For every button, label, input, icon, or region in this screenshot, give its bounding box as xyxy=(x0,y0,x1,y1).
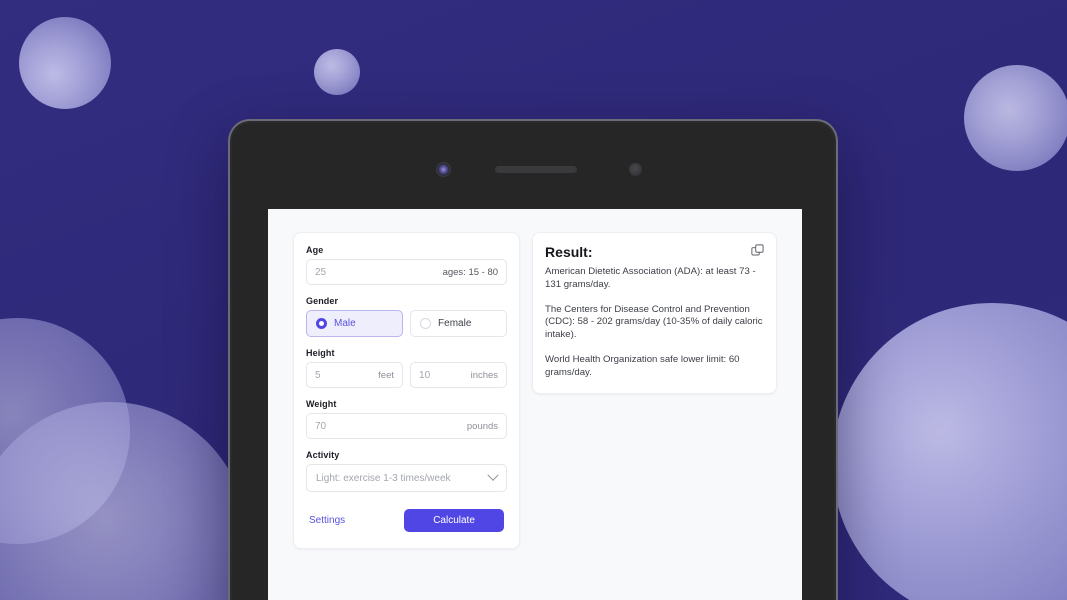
result-title: Result: xyxy=(545,244,593,260)
form-actions: Settings Calculate xyxy=(306,509,507,532)
radio-selected-icon xyxy=(316,318,327,329)
decorative-sphere-top-center xyxy=(314,49,360,95)
age-input-row: 25 ages: 15 - 80 xyxy=(306,259,508,285)
weight-input-row: 70 pounds xyxy=(306,413,508,439)
gender-option-male-label: Male xyxy=(334,318,356,329)
camera-lens-icon xyxy=(436,162,451,177)
tablet-top-bezel xyxy=(230,121,836,209)
height-feet-unit: feet xyxy=(378,369,395,381)
height-inches-input[interactable]: 10 inches xyxy=(410,362,508,388)
weight-unit: pounds xyxy=(466,420,499,432)
gender-option-female[interactable]: Female xyxy=(410,310,508,337)
activity-select-value: Light: exercise 1-3 times/week xyxy=(316,472,451,484)
app-content: Age 25 ages: 15 - 80 Gender Male Female … xyxy=(268,209,802,549)
result-paragraph-ada: American Dietetic Association (ADA): at … xyxy=(545,266,756,290)
result-card: Result: American Dietetic Association (A… xyxy=(532,232,777,395)
height-feet-value: 5 xyxy=(315,369,321,381)
calculate-button[interactable]: Calculate xyxy=(404,509,505,532)
decorative-sphere-bottom-right xyxy=(832,303,1067,600)
height-inches-value: 10 xyxy=(419,369,431,381)
decorative-sphere-bottom-left-lower xyxy=(0,402,248,600)
decorative-sphere-top-right xyxy=(964,65,1067,171)
weight-field-group: Weight 70 pounds xyxy=(306,399,508,439)
tablet-device: Age 25 ages: 15 - 80 Gender Male Female … xyxy=(228,119,838,600)
calculator-form-card: Age 25 ages: 15 - 80 Gender Male Female … xyxy=(293,232,521,549)
age-input[interactable]: 25 ages: 15 - 80 xyxy=(306,259,508,285)
age-field-group: Age 25 ages: 15 - 80 xyxy=(306,245,508,285)
chevron-down-icon xyxy=(487,469,499,481)
activity-label: Activity xyxy=(306,450,340,460)
settings-button[interactable]: Settings xyxy=(309,515,345,526)
weight-input-value: 70 xyxy=(315,420,327,432)
speaker-grille-icon xyxy=(495,166,577,173)
height-feet-input[interactable]: 5 feet xyxy=(306,362,404,388)
height-label: Height xyxy=(306,348,335,358)
age-input-hint: ages: 15 - 80 xyxy=(442,266,499,278)
age-label: Age xyxy=(306,245,324,255)
result-paragraph-cdc: The Centers for Disease Control and Prev… xyxy=(545,303,763,341)
copy-icon[interactable] xyxy=(751,244,765,258)
proximity-sensor-icon xyxy=(629,163,642,176)
decorative-sphere-top-left xyxy=(19,17,111,109)
activity-field-group: Activity Light: exercise 1-3 times/week xyxy=(306,450,508,492)
height-input-row: 5 feet 10 inches xyxy=(306,362,508,388)
height-field-group: Height 5 feet 10 inches xyxy=(306,348,508,388)
weight-label: Weight xyxy=(306,399,337,409)
age-input-value: 25 xyxy=(315,266,327,278)
radio-unselected-icon xyxy=(420,318,432,329)
gender-label: Gender xyxy=(306,296,339,306)
height-inches-unit: inches xyxy=(470,369,499,381)
gender-option-female-label: Female xyxy=(438,318,472,329)
tablet-screen: Age 25 ages: 15 - 80 Gender Male Female … xyxy=(268,209,802,600)
gender-option-male[interactable]: Male xyxy=(306,310,404,337)
gender-field-group: Gender Male Female xyxy=(306,296,508,337)
gender-radio-row: Male Female xyxy=(306,310,508,337)
result-paragraph-who: World Health Organization safe lower lim… xyxy=(545,353,740,378)
weight-input[interactable]: 70 pounds xyxy=(306,413,508,439)
activity-select[interactable]: Light: exercise 1-3 times/week xyxy=(306,464,508,492)
